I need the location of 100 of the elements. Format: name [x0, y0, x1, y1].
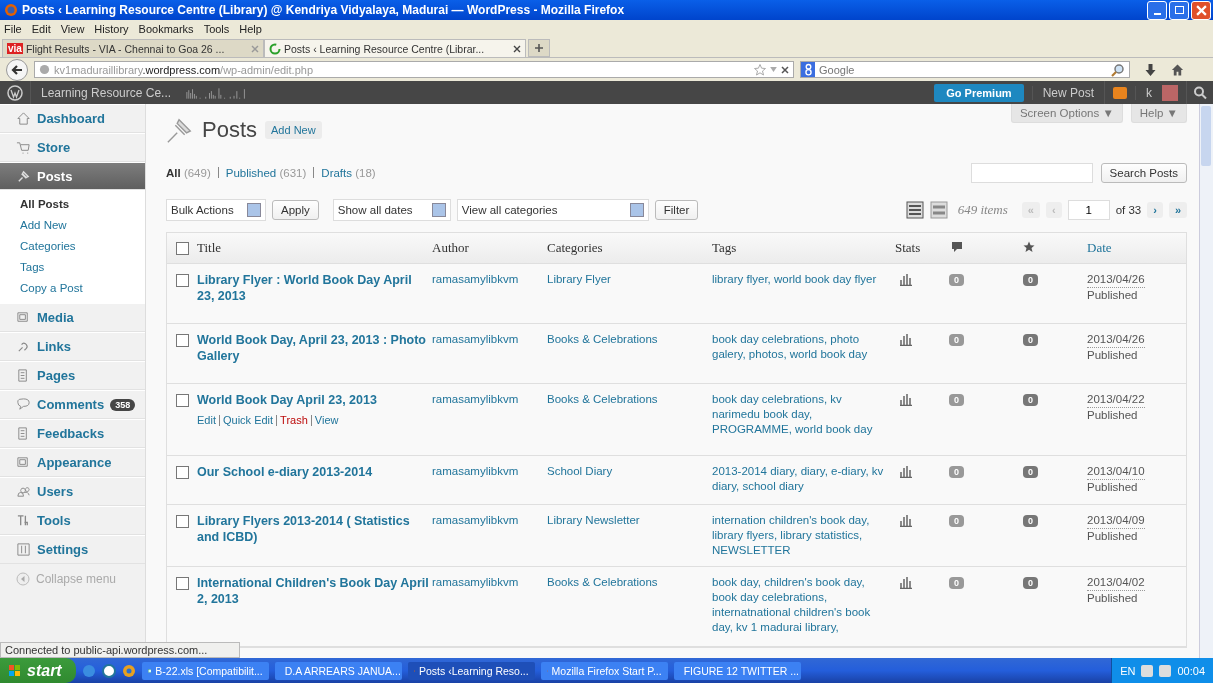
- comment-count-bubble[interactable]: 0: [949, 466, 964, 478]
- row-action-link[interactable]: Quick Edit: [222, 414, 274, 426]
- home-icon[interactable]: [1171, 62, 1184, 77]
- stats-icon[interactable]: [899, 575, 913, 589]
- menu-item[interactable]: Help: [239, 22, 262, 35]
- avatar-placeholder[interactable]: [1162, 84, 1178, 101]
- start-button[interactable]: start: [0, 658, 76, 683]
- submenu-item[interactable]: Categories: [0, 236, 145, 257]
- sidebar-item[interactable]: Pages: [0, 361, 145, 390]
- comment-count-bubble[interactable]: 0: [949, 577, 964, 589]
- row-checkbox[interactable]: [175, 274, 189, 287]
- go-premium-button[interactable]: Go Premium: [934, 83, 1024, 102]
- close-tab-icon[interactable]: [513, 44, 521, 53]
- category-link[interactable]: Books & Celebrations: [547, 392, 712, 407]
- comment-count-bubble[interactable]: 0: [949, 334, 964, 346]
- sidebar-item[interactable]: Appearance: [0, 448, 145, 477]
- sidebar-item[interactable]: Users: [0, 477, 145, 506]
- submenu-item[interactable]: Add New: [0, 215, 145, 236]
- back-button[interactable]: [6, 58, 28, 81]
- status-filter-link[interactable]: Published (631): [225, 167, 307, 179]
- add-new-button[interactable]: Add New: [265, 121, 322, 139]
- stats-icon[interactable]: [899, 392, 913, 406]
- taskbar-button[interactable]: B-22.xls [Compatibilit...: [141, 661, 269, 680]
- dropdown-icon[interactable]: [770, 67, 777, 72]
- submenu-item[interactable]: Tags: [0, 257, 145, 278]
- page-number-field[interactable]: 1: [1067, 200, 1110, 220]
- filter-button[interactable]: Filter: [654, 200, 699, 220]
- sidebar-item[interactable]: Comments 358: [0, 390, 145, 419]
- author-link[interactable]: ramasamylibkvm: [432, 464, 547, 479]
- wordpress-icon[interactable]: [101, 663, 116, 678]
- post-title-link[interactable]: Library Flyers 2013-2014 ( Statistics and ICBD): [197, 513, 432, 545]
- stats-icon[interactable]: [899, 332, 913, 346]
- help-button[interactable]: Help ▼: [1130, 104, 1187, 123]
- row-checkbox[interactable]: [175, 334, 189, 347]
- post-title-link[interactable]: World Book Day April 23, 2013: [197, 392, 432, 408]
- row-action-link[interactable]: Trash: [280, 414, 308, 426]
- sidebar-item[interactable]: Dashboard: [0, 104, 145, 133]
- menu-item[interactable]: Bookmarks: [138, 22, 194, 35]
- sidebar-item[interactable]: Settings: [0, 535, 145, 564]
- select-all-checkbox[interactable]: [175, 241, 189, 255]
- menu-item[interactable]: Edit: [31, 22, 51, 35]
- tray-icon[interactable]: [1159, 664, 1172, 677]
- date-filter-dropdown[interactable]: Show all dates: [332, 199, 451, 221]
- close-button[interactable]: [1191, 0, 1211, 20]
- download-icon[interactable]: [1144, 62, 1157, 77]
- tags-links[interactable]: library flyer, world book day flyer: [712, 272, 885, 287]
- post-title-link[interactable]: Our School e-diary 2013-2014: [197, 464, 432, 480]
- row-action-link[interactable]: Edit: [197, 414, 216, 426]
- comment-count-bubble[interactable]: 0: [949, 515, 964, 527]
- apply-button[interactable]: Apply: [272, 200, 319, 220]
- next-page-button[interactable]: ›: [1147, 202, 1163, 218]
- vertical-scrollbar[interactable]: [1199, 104, 1213, 658]
- category-link[interactable]: Books & Celebrations: [547, 575, 712, 590]
- taskbar-button[interactable]: Posts ‹Learning Reso...: [407, 661, 535, 680]
- tags-links[interactable]: 2013-2014 diary, diary, e-diary, kv diary, school diary: [712, 464, 885, 494]
- row-checkbox[interactable]: [175, 394, 189, 407]
- taskbar-button[interactable]: D.A ARREARS JANUA...: [274, 661, 402, 680]
- search-icon[interactable]: [1111, 62, 1125, 77]
- sidebar-item[interactable]: Posts: [0, 162, 145, 190]
- category-link[interactable]: Library Newsletter: [547, 513, 712, 528]
- excerpt-view-icon[interactable]: [929, 201, 948, 219]
- menu-item[interactable]: View: [60, 22, 85, 35]
- menu-item[interactable]: File: [4, 22, 22, 35]
- category-link[interactable]: Library Flyer: [547, 272, 712, 287]
- search-posts-button[interactable]: Search Posts: [1100, 163, 1187, 183]
- tray-icon[interactable]: [1141, 664, 1154, 677]
- list-view-icon[interactable]: [905, 201, 924, 219]
- tags-links[interactable]: book day celebrations, photo galery, photos, world book day: [712, 332, 885, 362]
- author-link[interactable]: ramasamylibkvm: [432, 513, 547, 528]
- search-box[interactable]: Google: [800, 61, 1130, 78]
- language-indicator[interactable]: EN: [1120, 664, 1136, 677]
- author-link[interactable]: ramasamylibkvm: [432, 332, 547, 347]
- new-post-link[interactable]: New Post: [1031, 85, 1104, 100]
- bookmark-star-icon[interactable]: [754, 63, 766, 76]
- browser-tab[interactable]: via Flight Results - VIA - Chennai to Goa 26 ...: [2, 39, 264, 57]
- comment-count-bubble[interactable]: 0: [949, 274, 964, 286]
- column-header[interactable]: Date: [1087, 240, 1112, 255]
- row-action-link[interactable]: View: [314, 414, 339, 426]
- taskbar-button[interactable]: Mozilla Firefox Start P...: [540, 661, 668, 680]
- submenu-item[interactable]: All Posts: [0, 194, 145, 215]
- row-checkbox[interactable]: [175, 515, 189, 528]
- stop-icon[interactable]: [781, 65, 789, 74]
- taskbar-button[interactable]: FIGURE 12 TWITTER ...: [673, 661, 801, 680]
- stats-icon[interactable]: [899, 272, 913, 286]
- menu-item[interactable]: History: [94, 22, 129, 35]
- sidebar-item[interactable]: Media: [0, 303, 145, 332]
- post-title-link[interactable]: Library Flyer : World Book Day April 23, 2013: [197, 272, 432, 304]
- bulk-actions-dropdown[interactable]: Bulk Actions: [166, 199, 266, 221]
- screen-options-button[interactable]: Screen Options ▼: [1010, 104, 1123, 123]
- comment-count-bubble[interactable]: 0: [949, 394, 964, 406]
- last-page-button[interactable]: »: [1168, 202, 1187, 218]
- new-tab-button[interactable]: [528, 39, 550, 57]
- status-filter-link[interactable]: Drafts (18): [321, 167, 376, 179]
- tags-links[interactable]: book day, children's book day, book day celebrations, internatnational children's book day, kv 1 madurai library,: [712, 575, 885, 635]
- category-filter-dropdown[interactable]: View all categories: [456, 199, 649, 221]
- search-field[interactable]: [970, 163, 1093, 183]
- row-checkbox[interactable]: [175, 466, 189, 479]
- tags-links[interactable]: book day celebrations, kv narimedu book day, PROGRAMME, world book day: [712, 392, 885, 437]
- post-title-link[interactable]: International Children's Book Day April 2, 2013: [197, 575, 432, 607]
- sidebar-item[interactable]: Feedbacks: [0, 419, 145, 448]
